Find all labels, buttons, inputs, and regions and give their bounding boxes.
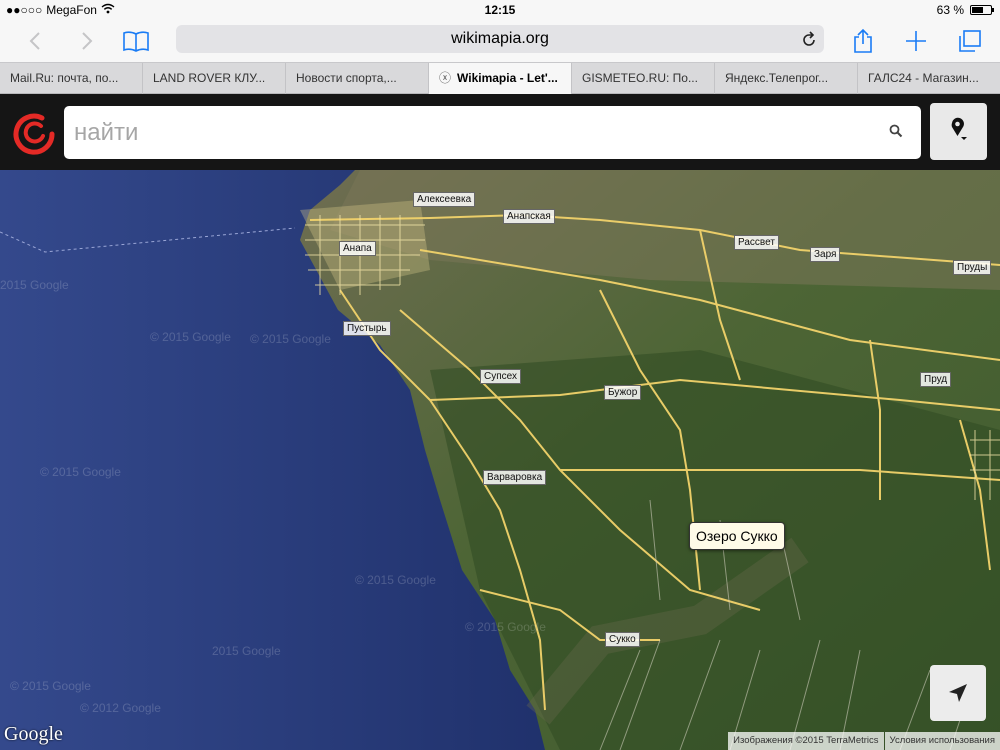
- tab-label: Wikimapia - Let'...: [457, 71, 558, 85]
- tab-label: ГАЛС24 - Магазин...: [868, 71, 979, 85]
- map-watermark: © 2015 Google: [40, 465, 121, 479]
- place-label[interactable]: Заря: [810, 247, 841, 262]
- map-watermark: 2015 Google: [212, 644, 281, 658]
- place-label[interactable]: Бужор: [604, 385, 642, 400]
- browser-tab[interactable]: Яндекс.Телепрог...: [715, 63, 858, 94]
- browser-tab[interactable]: LAND ROVER КЛУ...: [143, 63, 286, 94]
- navigation-arrow-icon: [949, 684, 967, 702]
- place-label[interactable]: Анапа: [339, 241, 376, 256]
- map-watermark: © 2012 Google: [80, 701, 161, 715]
- satellite-map[interactable]: 2015 Google © 2015 Google © 2015 Google …: [0, 170, 1000, 750]
- place-label[interactable]: Алексеевка: [413, 192, 476, 207]
- reload-icon[interactable]: [802, 25, 816, 57]
- tabs-icon[interactable]: [954, 26, 984, 56]
- map-canvas: [0, 170, 1000, 750]
- url-text: wikimapia.org: [451, 30, 549, 47]
- place-label[interactable]: Супсех: [480, 369, 521, 384]
- clock: 12:15: [484, 3, 516, 17]
- tab-label: Яндекс.Телепрог...: [725, 71, 829, 85]
- place-label[interactable]: Варваровка: [483, 470, 547, 485]
- search-icon[interactable]: [889, 124, 905, 140]
- location-pin-icon: [951, 117, 967, 140]
- browser-tab-active[interactable]: ⓧ Wikimapia - Let'...: [429, 63, 572, 94]
- place-callout[interactable]: Озеро Сукко: [689, 522, 785, 550]
- tab-label: Mail.Ru: почта, по...: [10, 71, 119, 85]
- chevron-left-icon[interactable]: [20, 26, 50, 56]
- map-watermark: 2015 Google: [0, 278, 69, 292]
- browser-tab[interactable]: GISMETEO.RU: По...: [572, 63, 715, 94]
- browser-tab[interactable]: Новости спорта,...: [286, 63, 429, 94]
- location-pin-button[interactable]: [930, 103, 987, 160]
- tab-label: GISMETEO.RU: По...: [582, 71, 698, 85]
- map-watermark: © 2015 Google: [465, 620, 546, 634]
- place-label[interactable]: Рассвет: [734, 235, 779, 250]
- search-input[interactable]: [64, 106, 844, 159]
- map-watermark: © 2015 Google: [150, 330, 231, 344]
- wikimapia-logo-icon[interactable]: [12, 112, 56, 156]
- browser-tab[interactable]: Mail.Ru: почта, по...: [0, 63, 143, 94]
- tab-label: LAND ROVER КЛУ...: [153, 71, 266, 85]
- imagery-attribution: Изображения ©2015 TerraMetrics: [728, 732, 884, 750]
- google-logo: Google: [4, 723, 63, 745]
- locate-button[interactable]: [930, 665, 986, 721]
- battery-icon: [970, 5, 994, 15]
- place-label[interactable]: Сукко: [605, 632, 640, 647]
- battery-percent: 63 %: [936, 3, 964, 17]
- map-watermark: © 2015 Google: [250, 332, 331, 346]
- address-bar[interactable]: wikimapia.org: [176, 25, 824, 53]
- place-label[interactable]: Пустырь: [343, 321, 391, 336]
- map-attribution: Изображения ©2015 TerraMetrics Условия и…: [727, 732, 1000, 750]
- place-label[interactable]: Пруды: [953, 260, 992, 275]
- search-box: [64, 106, 921, 159]
- share-icon[interactable]: [848, 26, 878, 56]
- browser-toolbar: wikimapia.org: [0, 20, 1000, 62]
- chevron-right-icon[interactable]: [72, 26, 102, 56]
- status-bar: ●●○○○ MegaFon 12:15 63 %: [0, 0, 1000, 20]
- place-label[interactable]: Пруд: [920, 372, 952, 387]
- browser-tab-bar: Mail.Ru: почта, по... LAND ROVER КЛУ... …: [0, 62, 1000, 94]
- tab-label: Новости спорта,...: [296, 71, 397, 85]
- ipad-screen: ●●○○○ MegaFon 12:15 63 % wikimapia.org M…: [0, 0, 1000, 750]
- wikimapia-header: [0, 94, 1000, 170]
- place-label[interactable]: Анапская: [503, 209, 555, 224]
- map-watermark: © 2015 Google: [355, 573, 436, 587]
- terms-link[interactable]: Условия использования: [884, 732, 1000, 750]
- map-watermark: © 2015 Google: [10, 679, 91, 693]
- browser-tab[interactable]: ГАЛС24 - Магазин...: [858, 63, 1000, 94]
- book-icon[interactable]: [121, 26, 151, 56]
- close-tab-icon[interactable]: ⓧ: [439, 71, 451, 85]
- plus-icon[interactable]: [901, 26, 931, 56]
